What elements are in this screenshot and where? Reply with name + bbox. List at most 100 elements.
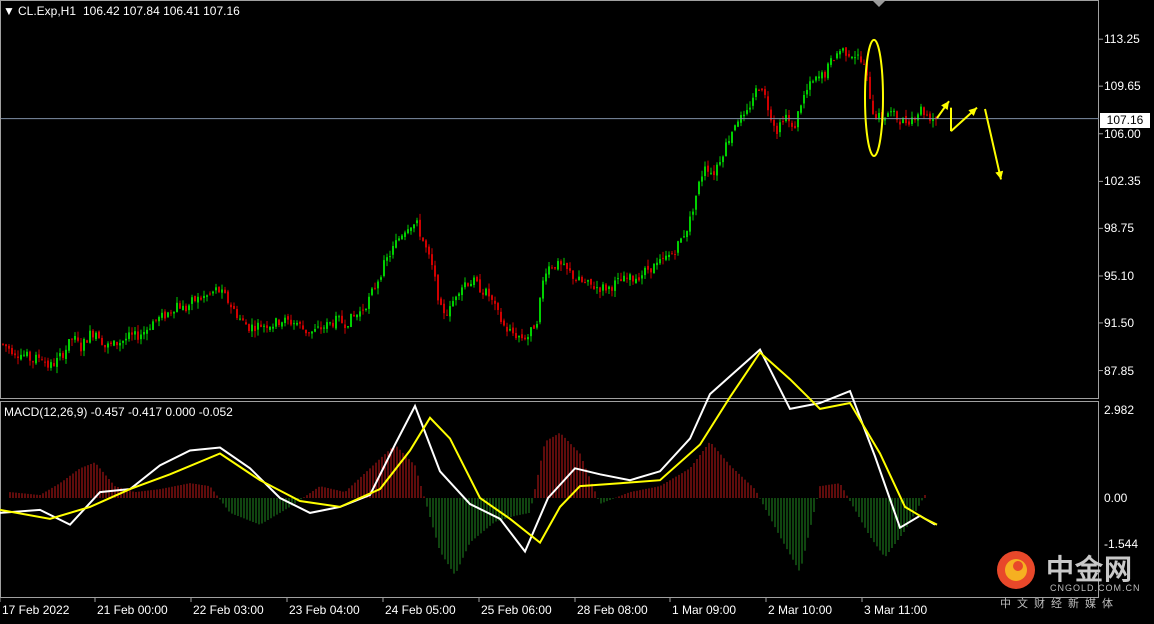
candle-body	[614, 280, 616, 291]
candle-body	[560, 261, 562, 265]
candle-body	[356, 314, 358, 318]
chart-menu-icon[interactable]: ▼	[3, 4, 15, 18]
candle-body	[377, 281, 379, 289]
candle-body	[443, 303, 445, 314]
candle-body	[386, 257, 388, 261]
candle-body	[365, 308, 367, 310]
candle-body	[152, 321, 154, 330]
candle-body	[128, 332, 130, 339]
candle-body	[926, 114, 928, 116]
candle-body	[476, 276, 478, 282]
candle-body	[731, 132, 733, 143]
candle-body	[716, 164, 718, 176]
candle-body	[542, 280, 544, 299]
candle-body	[374, 287, 376, 289]
cngold-logo-icon	[997, 551, 1035, 589]
candle-body	[200, 297, 202, 300]
time-axis-label: 3 Mar 11:00	[864, 603, 928, 617]
candle-body	[83, 338, 85, 351]
candle-body	[800, 105, 802, 113]
candle-body	[17, 356, 19, 358]
candle-body	[854, 57, 856, 59]
candle-body	[167, 312, 169, 317]
candle-body	[608, 286, 610, 290]
candle-body	[320, 327, 322, 330]
candle-body	[701, 176, 703, 182]
candle-body	[527, 337, 529, 340]
candle-body	[764, 89, 766, 95]
candle-body	[668, 254, 670, 258]
candle-body	[500, 311, 502, 322]
candle-body	[887, 113, 889, 117]
candle-body	[260, 324, 262, 327]
candle-body	[47, 360, 49, 368]
candle-body	[380, 277, 382, 280]
candle-body	[665, 255, 667, 260]
candle-body	[830, 58, 832, 65]
candle-body	[908, 121, 910, 125]
candle-body	[449, 306, 451, 317]
candle-body	[20, 354, 22, 360]
candle-body	[230, 304, 232, 308]
candle-body	[611, 287, 613, 291]
candle-body	[704, 166, 706, 177]
trading-chart-window[interactable]: ▼ CL.Exp,H1 106.42 107.84 106.41 107.16 …	[0, 0, 1154, 619]
time-axis-label: 17 Feb 2022	[2, 603, 70, 617]
candle-body	[29, 351, 31, 361]
candle-body	[71, 338, 73, 340]
candle-body	[398, 238, 400, 241]
candle-body	[512, 327, 514, 334]
candle-body	[155, 319, 157, 321]
watermark-subtitle: 中文财经新媒体	[1000, 597, 1119, 610]
candle-body	[242, 318, 244, 321]
candle-body	[464, 282, 466, 288]
candle-body	[584, 281, 586, 283]
candle-body	[275, 318, 277, 327]
candle-body	[161, 312, 163, 318]
time-axis-label: 23 Feb 04:00	[289, 603, 360, 617]
candle-body	[545, 273, 547, 282]
candle-body	[197, 296, 199, 303]
candle-body	[869, 76, 871, 99]
candle-body	[737, 121, 739, 127]
candle-body	[176, 302, 178, 312]
candle-body	[113, 340, 115, 346]
chart-canvas[interactable]	[0, 0, 1154, 619]
price-axis-label: 98.75	[1104, 221, 1135, 236]
candle-body	[122, 341, 124, 343]
candle-body	[344, 324, 346, 329]
candle-body	[623, 275, 625, 282]
candle-body	[179, 303, 181, 309]
candle-body	[293, 323, 295, 325]
candle-body	[203, 295, 205, 299]
candle-body	[68, 339, 70, 351]
candle-body	[188, 305, 190, 311]
candle-body	[131, 332, 133, 335]
candle-body	[173, 311, 175, 314]
candle-body	[833, 60, 835, 62]
candle-body	[287, 316, 289, 320]
candle-body	[812, 81, 814, 83]
time-axis-label: 24 Feb 05:00	[385, 603, 456, 617]
candle-body	[803, 95, 805, 104]
candle-body	[755, 88, 757, 97]
candle-body	[659, 259, 661, 264]
candle-body	[350, 313, 352, 327]
candle-body	[254, 325, 256, 332]
candle-body	[41, 359, 43, 361]
chart-background	[0, 0, 1154, 619]
candle-body	[815, 76, 817, 81]
candle-body	[146, 329, 148, 334]
candle-body	[119, 342, 121, 346]
candle-body	[566, 262, 568, 269]
candle-body	[326, 322, 328, 329]
candle-body	[38, 354, 40, 358]
candle-body	[332, 322, 334, 327]
candle-body	[836, 53, 838, 59]
candle-body	[404, 232, 406, 237]
candle-body	[839, 50, 841, 55]
candle-body	[104, 344, 106, 348]
candle-body	[539, 297, 541, 323]
candle-body	[233, 305, 235, 309]
candle-body	[455, 296, 457, 301]
